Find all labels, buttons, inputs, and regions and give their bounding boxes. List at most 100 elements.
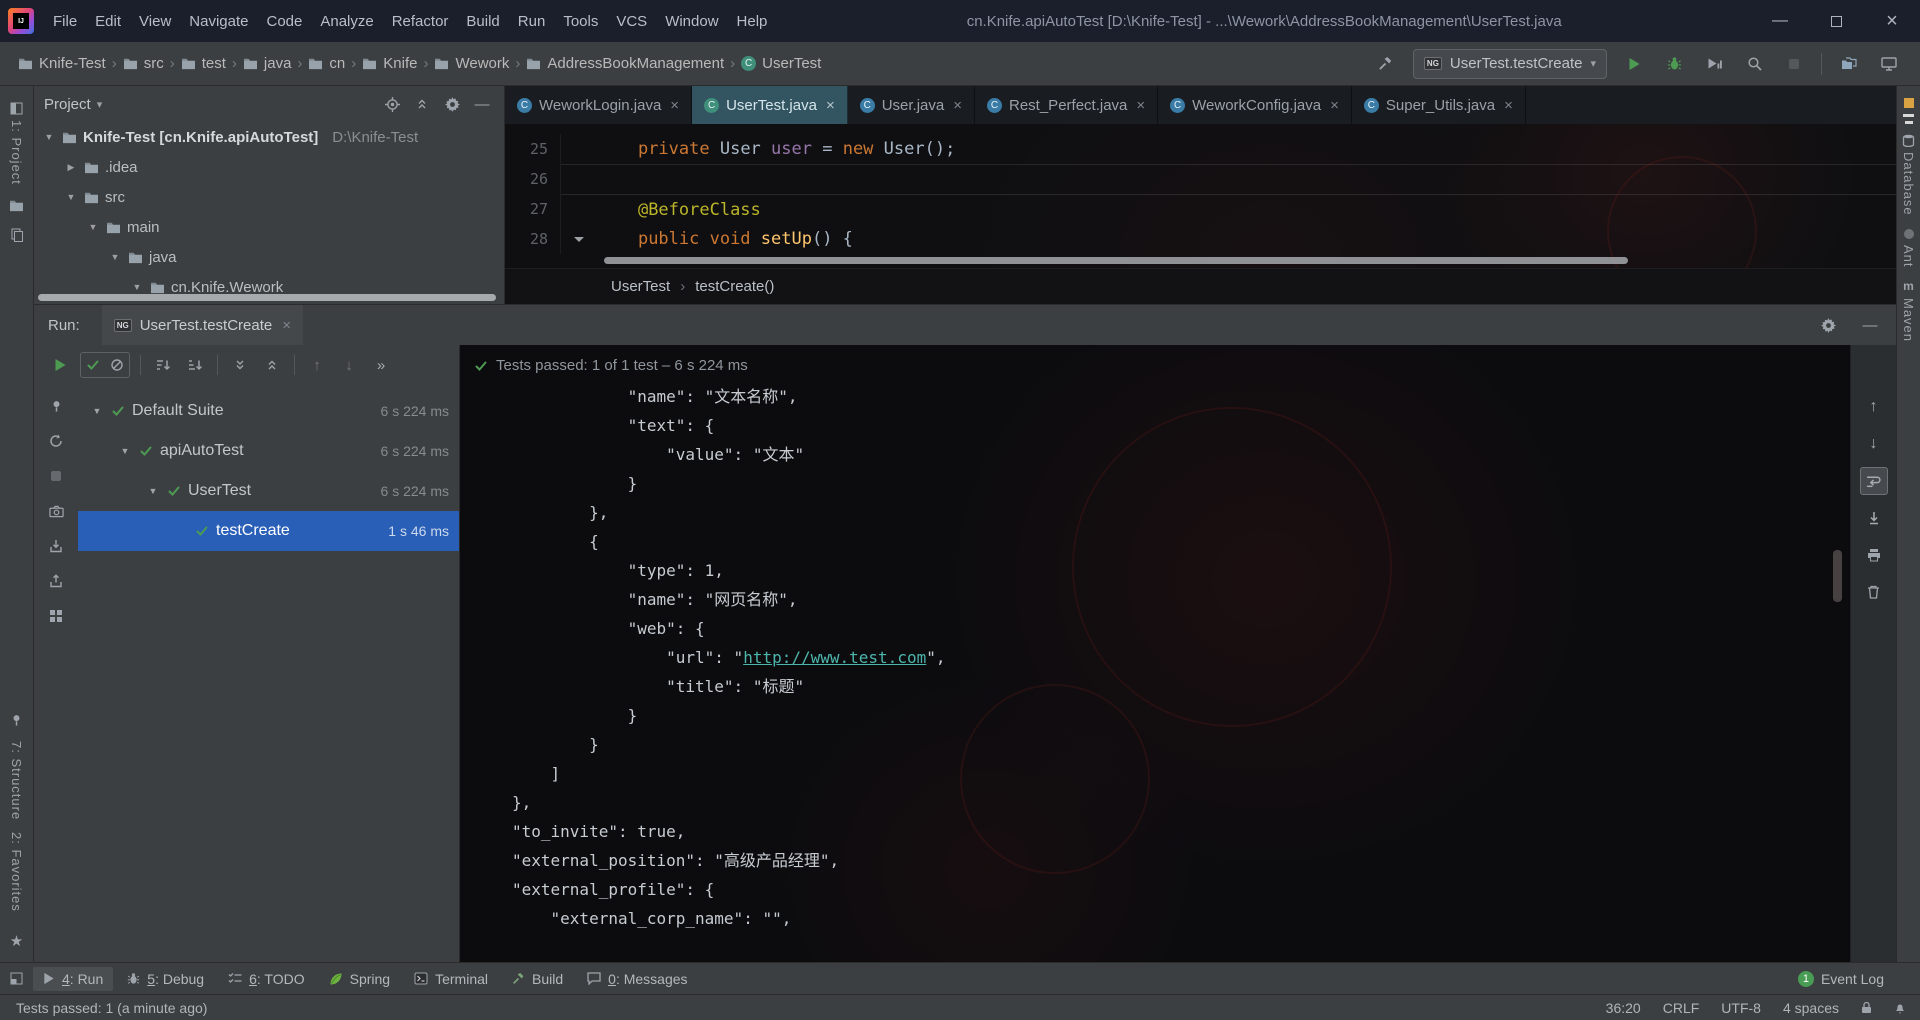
previous-failed-test-button[interactable]: ↑	[305, 353, 329, 377]
tool-button-favorites[interactable]: 2: Favorites	[7, 826, 26, 918]
breadcrumb-item[interactable]: test	[177, 52, 230, 75]
tree-expanded-icon[interactable]: ▼	[118, 446, 132, 456]
tree-collapsed-icon[interactable]: ▶	[64, 162, 78, 173]
run-configuration-selector[interactable]: NG UserTest.testCreate ▾	[1412, 48, 1607, 79]
editor-tab[interactable]: C Rest_Perfect.java ×	[975, 86, 1159, 124]
project-tree-row[interactable]: ▼ java	[34, 242, 504, 272]
clear-console-icon[interactable]	[1860, 578, 1888, 606]
tool-button-database[interactable]: Database	[1899, 128, 1918, 222]
maximize-window-button[interactable]	[1808, 0, 1864, 42]
close-tab-icon[interactable]: ×	[1504, 97, 1513, 114]
collapse-all-button[interactable]	[260, 353, 284, 377]
event-log-button[interactable]: 1 Event Log	[1797, 970, 1910, 987]
breadcrumb-item[interactable]: Knife-Test	[14, 52, 110, 75]
rerun-tests-button[interactable]	[48, 353, 72, 377]
file-encoding[interactable]: UTF-8	[1721, 1000, 1761, 1016]
breadcrumb-item[interactable]: src	[119, 52, 168, 75]
close-tab-icon[interactable]: ×	[670, 97, 679, 114]
show-passed-toggle[interactable]	[81, 353, 105, 377]
close-tab-icon[interactable]: ×	[826, 97, 835, 114]
pin-icon[interactable]	[10, 713, 23, 727]
menu-window[interactable]: Window	[656, 9, 727, 34]
stop-button[interactable]	[1781, 51, 1807, 77]
tool-window-button-build[interactable]: Build	[502, 967, 573, 991]
scroll-down-icon[interactable]: ↓	[1860, 430, 1888, 458]
settings-gear-icon[interactable]	[1816, 313, 1840, 337]
lock-icon[interactable]	[1861, 1001, 1872, 1014]
presentation-mode-icon[interactable]	[1876, 51, 1902, 77]
tree-expanded-icon[interactable]: ▼	[146, 486, 160, 496]
import-test-results-icon[interactable]	[47, 537, 65, 555]
menu-run[interactable]: Run	[509, 9, 555, 34]
tool-window-button-run[interactable]: 4: Run	[33, 966, 114, 991]
files-icon[interactable]	[10, 228, 24, 242]
breadcrumb-method[interactable]: testCreate()	[695, 278, 774, 295]
tool-button-ant[interactable]: Ant	[1899, 222, 1918, 274]
run-button[interactable]	[1621, 51, 1647, 77]
close-tab-icon[interactable]: ×	[953, 97, 962, 114]
tool-window-button-todo[interactable]: 6: TODO	[218, 967, 315, 991]
close-tab-icon[interactable]: ×	[282, 317, 291, 334]
indent-setting[interactable]: 4 spaces	[1783, 1000, 1839, 1016]
project-tree-row[interactable]: ▼ src	[34, 182, 504, 212]
chevron-down-icon[interactable]: ▾	[97, 98, 103, 111]
export-test-results-icon[interactable]	[47, 572, 65, 590]
minimize-window-button[interactable]: —	[1752, 0, 1808, 42]
test-tree-row[interactable]: testCreate 1 s 46 ms	[78, 511, 459, 551]
tree-expanded-icon[interactable]: ▼	[108, 252, 122, 262]
console-url-link[interactable]: http://www.test.com	[743, 648, 926, 667]
code-editor[interactable]: 25 private User user = new User(); 26 27 @…	[505, 124, 1896, 268]
print-icon[interactable]	[1860, 541, 1888, 569]
breadcrumb-item[interactable]: Wework	[430, 52, 513, 75]
tree-expanded-icon[interactable]: ▼	[86, 222, 100, 232]
rerun-icon[interactable]	[47, 432, 65, 450]
test-tree-row[interactable]: ▼ apiAutoTest 6 s 224 ms	[78, 431, 459, 471]
tree-expanded-icon[interactable]: ▼	[42, 132, 56, 142]
notifications-bell-icon[interactable]	[1894, 1001, 1906, 1014]
breadcrumb-item[interactable]: java	[239, 52, 296, 75]
sort-alphabetically-button[interactable]	[151, 353, 175, 377]
project-tree-row[interactable]: ▶ .idea	[34, 152, 504, 182]
horizontal-scrollbar[interactable]	[604, 257, 1628, 264]
menu-refactor[interactable]: Refactor	[383, 9, 458, 34]
next-failed-test-button[interactable]: ↓	[337, 353, 361, 377]
tree-expanded-icon[interactable]: ▼	[130, 282, 144, 292]
breadcrumb-item[interactable]: cn	[304, 52, 349, 75]
menu-vcs[interactable]: VCS	[607, 9, 656, 34]
menu-code[interactable]: Code	[257, 9, 311, 34]
project-tree-row[interactable]: ▼ Knife-Test [cn.Knife.apiAutoTest] D:\Kni…	[34, 122, 504, 152]
debug-button[interactable]	[1661, 51, 1687, 77]
soft-wrap-toggle[interactable]	[1859, 467, 1888, 495]
menu-build[interactable]: Build	[457, 9, 508, 34]
close-tab-icon[interactable]: ×	[1136, 97, 1145, 114]
tool-window-button-spring[interactable]: Spring	[319, 967, 400, 991]
menu-edit[interactable]: Edit	[86, 9, 130, 34]
star-icon[interactable]: ★	[10, 932, 23, 950]
editor-tab[interactable]: C WeworkConfig.java ×	[1158, 86, 1352, 124]
more-actions-button[interactable]: »	[369, 353, 393, 377]
folder-icon[interactable]	[9, 199, 24, 212]
project-structure-button[interactable]	[1836, 51, 1862, 77]
camera-icon[interactable]	[47, 502, 65, 520]
sort-by-duration-button[interactable]	[183, 353, 207, 377]
scroll-up-icon[interactable]: ↑	[1860, 393, 1888, 421]
breadcrumb-item[interactable]: C UserTest	[737, 52, 825, 75]
scroll-to-end-icon[interactable]	[1860, 504, 1888, 532]
tool-window-button-terminal[interactable]: Terminal	[404, 967, 498, 991]
menu-help[interactable]: Help	[728, 9, 777, 34]
build-project-button[interactable]	[1373, 51, 1399, 77]
collapse-all-button[interactable]	[410, 92, 434, 116]
show-ignored-toggle[interactable]	[105, 353, 129, 377]
tool-button-maven[interactable]: m Maven	[1899, 273, 1918, 348]
test-history-grid-icon[interactable]	[47, 607, 65, 625]
menu-file[interactable]: File	[44, 9, 86, 34]
menu-view[interactable]: View	[130, 9, 180, 34]
breadcrumb-class[interactable]: UserTest	[611, 278, 670, 295]
run-with-coverage-button[interactable]	[1701, 51, 1727, 77]
test-console-output[interactable]: Tests passed: 1 of 1 test – 6 s 224 ms "…	[460, 345, 1850, 962]
tree-expanded-icon[interactable]: ▼	[64, 192, 78, 202]
run-panel-tab[interactable]: NG UserTest.testCreate ×	[101, 305, 303, 345]
stop-icon[interactable]	[47, 467, 65, 485]
search-everywhere-icon[interactable]	[1741, 51, 1767, 77]
breadcrumb-item[interactable]: Knife	[358, 52, 421, 75]
